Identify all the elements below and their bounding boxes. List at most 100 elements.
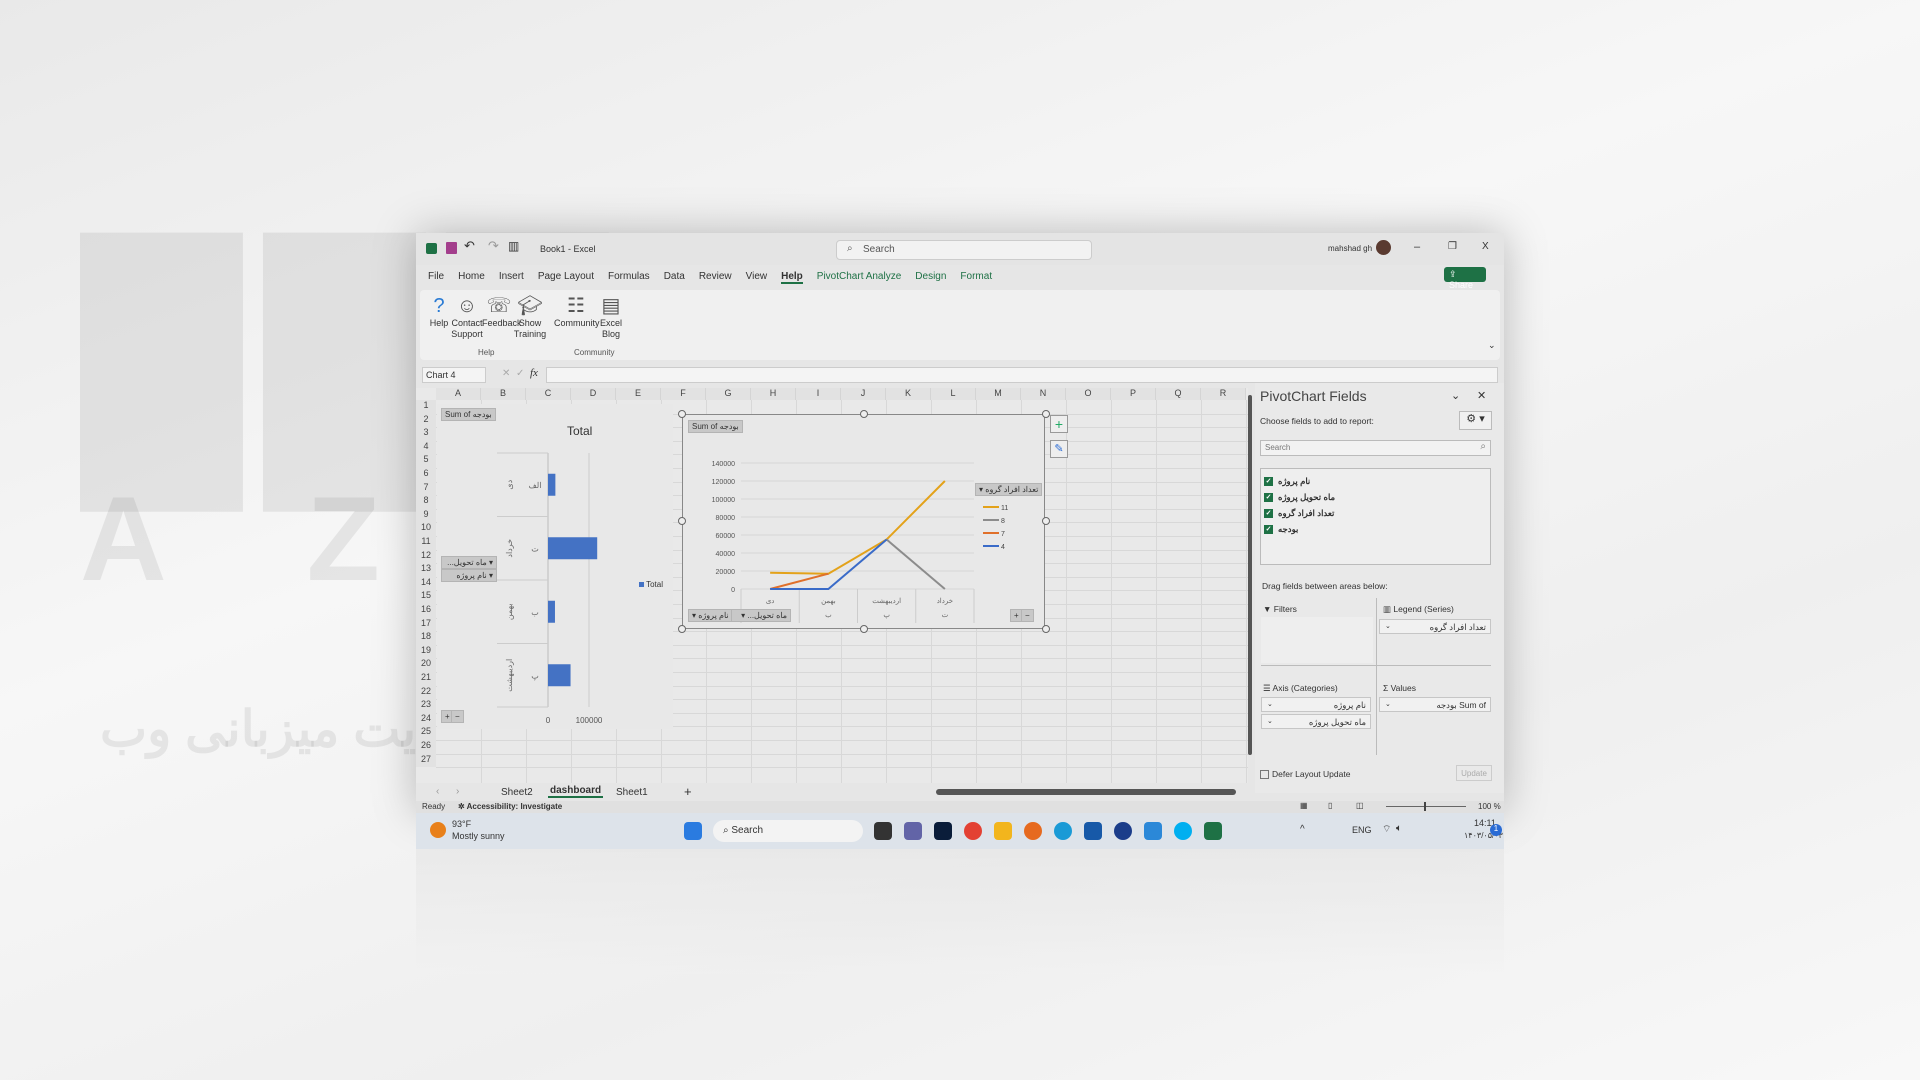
legend-field-dropdown[interactable]: تعداد افراد گروه ⌄ [1379, 619, 1491, 634]
resize-handle[interactable] [678, 517, 686, 525]
field-item[interactable]: ✓ بودجه [1264, 521, 1487, 537]
column-header-N[interactable]: N [1021, 388, 1066, 400]
bar-pivot-chart[interactable]: الف دی ت خرداد ب بهمن پ اردیبهشت 0 100000 Sum of … [437, 404, 673, 729]
excel-taskbar-icon[interactable] [1204, 822, 1222, 840]
defer-layout-checkbox[interactable]: Defer Layout Update [1260, 769, 1350, 780]
contact-support-button[interactable]: ☺ Contact Support [450, 294, 484, 340]
column-header-M[interactable]: M [976, 388, 1021, 400]
column-header-L[interactable]: L [931, 388, 976, 400]
row-header-20[interactable]: 20 [416, 658, 436, 672]
column-header-R[interactable]: R [1201, 388, 1246, 400]
column-header-I[interactable]: I [796, 388, 841, 400]
formula-input[interactable] [546, 367, 1498, 383]
search-box[interactable]: ⌕ Search [836, 240, 1092, 260]
sheet-tab-sheet1[interactable]: Sheet1 [616, 787, 648, 798]
normal-view-icon[interactable]: ▦ [1300, 801, 1308, 810]
skype-icon[interactable] [1174, 822, 1192, 840]
column-header-C[interactable]: C [526, 388, 571, 400]
close-button[interactable]: X [1482, 241, 1489, 252]
line-pivot-chart[interactable]: 0 20000 40000 60000 80000 100000 120000 140000 د… [682, 414, 1045, 629]
column-header-Q[interactable]: Q [1156, 388, 1201, 400]
chart-styles-button[interactable]: ✎ [1050, 440, 1068, 458]
checkbox-checked-icon[interactable]: ✓ [1264, 493, 1273, 503]
add-sheet-button[interactable]: + [684, 784, 692, 799]
values-field-dropdown[interactable]: Sum of بودجه ⌄ [1379, 697, 1491, 712]
wifi-icon[interactable]: ⌔ [1382, 823, 1391, 836]
tab-home[interactable]: Home [458, 271, 485, 284]
taskbar-search[interactable]: ⌕ Search [713, 820, 863, 842]
firefox-icon[interactable] [1024, 822, 1042, 840]
tab-format[interactable]: Format [960, 271, 992, 284]
accessibility-status[interactable]: ✲ Accessibility: Investigate [458, 802, 562, 811]
row-header-15[interactable]: 15 [416, 590, 436, 604]
value-field-button[interactable]: Sum of بودجه [441, 408, 496, 421]
sheet-tab-sheet2[interactable]: Sheet2 [501, 787, 533, 798]
column-header-J[interactable]: J [841, 388, 886, 400]
zoom-level[interactable]: 100 % [1478, 802, 1501, 811]
row-header-8[interactable]: 8 [416, 495, 436, 509]
row-header-23[interactable]: 23 [416, 699, 436, 713]
chart-elements-button[interactable]: + [1050, 415, 1068, 433]
row-header-19[interactable]: 19 [416, 644, 436, 659]
row-header-26[interactable]: 26 [416, 740, 436, 754]
file-explorer-icon[interactable] [994, 822, 1012, 840]
field-item[interactable]: ✓ ماه تحویل پروژه [1264, 489, 1487, 505]
value-field-button[interactable]: Sum of بودجه [688, 420, 743, 433]
prev-sheet-icon[interactable]: ‹ [436, 786, 439, 797]
tab-help[interactable]: Help [781, 271, 803, 284]
minimize-button[interactable]: – [1414, 241, 1420, 253]
name-box[interactable]: Chart 4 [422, 367, 486, 383]
row-header-4[interactable]: 4 [416, 440, 436, 455]
restore-button[interactable]: ❐ [1448, 241, 1457, 252]
tab-insert[interactable]: Insert [499, 271, 524, 284]
redo-icon[interactable]: ↷ [488, 238, 499, 254]
field-search-input[interactable]: Search ⌕ [1260, 440, 1491, 456]
zoom-slider[interactable] [1386, 802, 1466, 811]
tab-page-layout[interactable]: Page Layout [538, 271, 594, 284]
tab-file[interactable]: File [428, 271, 444, 284]
chart-icon[interactable]: ▥ [508, 239, 519, 253]
community-button[interactable]: ☷ Community [554, 294, 600, 329]
checkbox-checked-icon[interactable]: ✓ [1264, 525, 1273, 535]
column-header-O[interactable]: O [1066, 388, 1111, 400]
row-header-22[interactable]: 22 [416, 685, 436, 700]
undo-icon[interactable]: ↶ [464, 238, 475, 254]
tab-review[interactable]: Review [699, 271, 732, 284]
axis-field-button-month[interactable]: ماه تحویل... ▾ [731, 609, 791, 622]
teams-icon[interactable] [904, 822, 922, 840]
tab-formulas[interactable]: Formulas [608, 271, 650, 284]
save-icon[interactable] [446, 242, 457, 254]
column-header-E[interactable]: E [616, 388, 661, 400]
column-header-B[interactable]: B [481, 388, 526, 400]
row-header-13[interactable]: 13 [416, 563, 436, 577]
volume-icon[interactable]: 🔈︎ [1396, 823, 1402, 834]
row-header-7[interactable]: 7 [416, 481, 436, 496]
pane-close-icon[interactable]: ✕ [1477, 389, 1486, 402]
row-header-17[interactable]: 17 [416, 617, 436, 632]
resize-handle[interactable] [1042, 410, 1050, 418]
resize-handle[interactable] [860, 625, 868, 633]
feedback-button[interactable]: ☏ Feedback [482, 294, 522, 329]
photoshop-icon[interactable] [934, 822, 952, 840]
task-view-icon[interactable] [874, 822, 892, 840]
column-header-G[interactable]: G [706, 388, 751, 400]
row-header-10[interactable]: 10 [416, 522, 436, 536]
column-header-D[interactable]: D [571, 388, 616, 400]
collapse-button[interactable]: − [1021, 609, 1034, 622]
next-sheet-icon[interactable]: › [456, 786, 459, 797]
tools-button[interactable]: ⚙ ▾ [1459, 411, 1492, 430]
sheet-tab-dashboard[interactable]: dashboard [548, 785, 604, 798]
avatar[interactable] [1376, 240, 1391, 255]
column-header-A[interactable]: A [436, 388, 481, 400]
checkbox-checked-icon[interactable]: ✓ [1264, 509, 1273, 519]
column-header-H[interactable]: H [751, 388, 796, 400]
show-training-button[interactable]: 🎓︎ Show Training [513, 294, 547, 340]
legend-field-button[interactable]: تعداد افراد گروه ▾ [975, 483, 1043, 496]
fx-icon[interactable]: fx [530, 367, 538, 379]
horizontal-scrollbar[interactable] [936, 789, 1236, 795]
row-header-5[interactable]: 5 [416, 454, 436, 468]
axis-field-dropdown[interactable]: نام پروژه ⌄ [1261, 697, 1371, 712]
axis-field-dropdown[interactable]: ماه تحویل پروژه ⌄ [1261, 714, 1371, 729]
pane-options-chevron-icon[interactable]: ⌄ [1451, 389, 1460, 402]
chrome-icon[interactable] [964, 822, 982, 840]
